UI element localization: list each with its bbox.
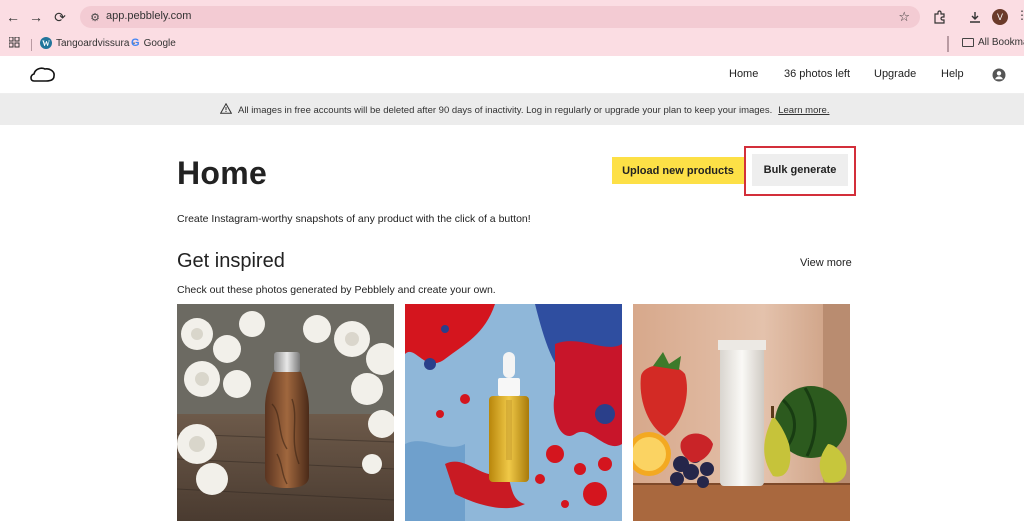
bookmark-item-google[interactable]: G Google (131, 37, 176, 49)
browser-toolbar: ← → ⟳ ⚙ app.pebblely.com ☆ V ⋮ (0, 0, 1024, 34)
bookmark-item-wordpress[interactable]: W Tangoardvissura - (40, 37, 135, 49)
inspiration-image-bottle[interactable] (177, 304, 394, 521)
bookmark-label: Google (143, 37, 176, 49)
bookmarks-bar: W Tangoardvissura - G Google All Bookmar… (0, 34, 1024, 56)
nav-home[interactable]: Home (729, 68, 758, 80)
profile-avatar[interactable]: V (992, 9, 1008, 25)
wordpress-icon: W (40, 37, 52, 49)
nav-upgrade[interactable]: Upgrade (874, 68, 916, 80)
all-bookmarks-label: All Bookmarks (978, 37, 1024, 48)
bookmark-star-icon[interactable]: ☆ (898, 9, 910, 25)
reload-icon[interactable]: ⟳ (51, 8, 69, 26)
menu-dots-icon[interactable]: ⋮ (1016, 8, 1024, 22)
apps-grid-icon[interactable] (9, 37, 20, 48)
banner-text: All images in free accounts will be dele… (238, 104, 773, 116)
nav-help[interactable]: Help (941, 68, 964, 80)
inspiration-image-serum[interactable] (405, 304, 622, 521)
all-bookmarks-button[interactable]: All Bookmarks (962, 37, 1024, 48)
get-inspired-heading: Get inspired (177, 250, 285, 272)
bulk-generate-button[interactable]: Bulk generate (752, 154, 848, 186)
page-title: Home (177, 155, 268, 191)
view-more-link[interactable]: View more (800, 257, 852, 269)
get-inspired-description: Check out these photos generated by Pebb… (177, 284, 496, 296)
learn-more-link[interactable]: Learn more. (778, 105, 829, 116)
download-icon[interactable] (966, 8, 984, 26)
bookmark-label: Tangoardvissura - (56, 37, 136, 49)
user-account-icon[interactable] (992, 68, 1006, 82)
upload-new-products-button[interactable]: Upload new products (612, 157, 744, 184)
site-info-icon[interactable]: ⚙ (88, 10, 102, 24)
bookmark-separator (31, 39, 32, 51)
folder-icon (962, 38, 974, 47)
inactivity-banner: All images in free accounts will be dele… (0, 94, 1024, 125)
warning-icon (219, 102, 233, 117)
extensions-icon[interactable] (931, 8, 949, 26)
pebblely-logo[interactable] (30, 67, 56, 88)
nav-photos-left[interactable]: 36 photos left (784, 68, 850, 80)
app-navbar: Home 36 photos left Upgrade Help (0, 56, 1024, 94)
back-icon[interactable]: ← (4, 8, 22, 26)
url-text: app.pebblely.com (106, 10, 192, 22)
google-icon: G (131, 37, 140, 49)
forward-icon[interactable]: → (27, 8, 45, 26)
bookmark-separator (947, 36, 949, 52)
page-subtitle: Create Instagram-worthy snapshots of any… (177, 213, 531, 225)
address-bar[interactable]: ⚙ app.pebblely.com ☆ (80, 6, 920, 28)
browser-chrome: ← → ⟳ ⚙ app.pebblely.com ☆ V ⋮ W Tangoar… (0, 0, 1024, 56)
inspiration-image-tube[interactable] (633, 304, 850, 521)
